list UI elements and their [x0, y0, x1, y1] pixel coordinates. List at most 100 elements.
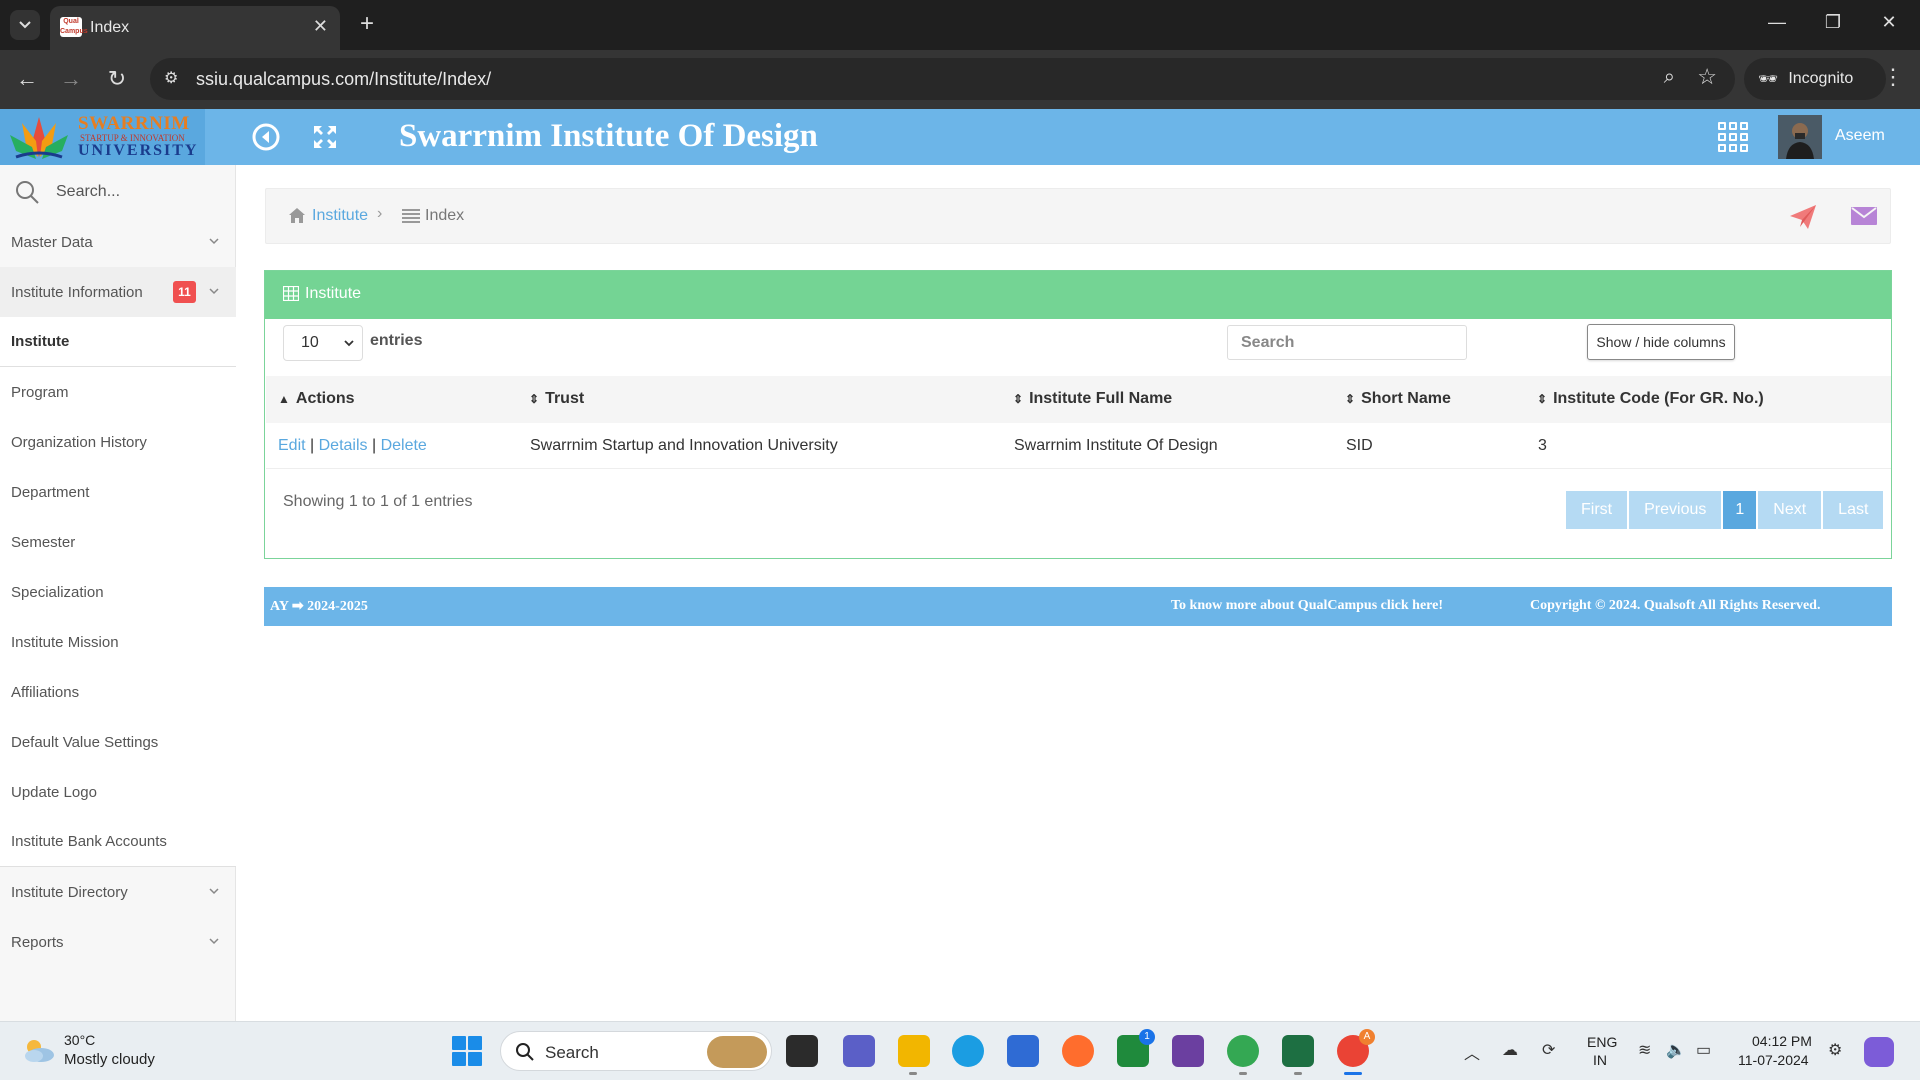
sidebar-search[interactable]: Search... [0, 165, 236, 217]
zoom-icon[interactable]: ⌕ [1664, 66, 1675, 89]
cell-short-name: SID [1346, 437, 1373, 454]
site-info-icon[interactable]: ⚙ [164, 68, 178, 88]
sidebar-item-affiliations[interactable]: Affiliations [0, 667, 236, 717]
store-icon[interactable] [1007, 1035, 1039, 1067]
pagination-last[interactable]: Last [1823, 491, 1884, 529]
forward-arrow-icon[interactable]: → [56, 64, 86, 94]
file-explorer-icon[interactable] [898, 1035, 930, 1067]
teams-icon[interactable] [843, 1035, 875, 1067]
close-tab-icon[interactable]: ✕ [313, 16, 328, 37]
wifi-icon[interactable]: ≋ [1638, 1040, 1651, 1060]
sidebar-item-program[interactable]: Program [0, 367, 236, 417]
back-circle-icon[interactable] [250, 121, 282, 153]
delete-link[interactable]: Delete [381, 437, 427, 454]
sidebar-item-department[interactable]: Department [0, 467, 236, 517]
windows-start-icon[interactable] [452, 1036, 482, 1066]
cell-trust: Swarrnim Startup and Innovation Universi… [530, 437, 838, 454]
column-header-trust[interactable]: ⇕ Trust [529, 390, 584, 408]
sidebar-item-institute-information[interactable]: Institute Information 11 [0, 267, 236, 317]
pagination-first[interactable]: First [1566, 491, 1628, 529]
sync-icon[interactable]: ⟳ [1542, 1040, 1555, 1060]
clock-date[interactable]: 11-07-2024 [1738, 1052, 1809, 1068]
table-search-input[interactable]: Search [1227, 325, 1467, 360]
clock-time[interactable]: 04:12 PM [1752, 1033, 1812, 1049]
volume-icon[interactable]: 🔈 [1666, 1040, 1686, 1060]
app-header: SWARRNIM STARTUP & INNOVATION UNIVERSITY… [0, 109, 1920, 165]
sidebar-item-institute[interactable]: Institute [0, 317, 236, 367]
sidebar-item-organization-history[interactable]: Organization History [0, 417, 236, 467]
pagination-previous[interactable]: Previous [1629, 491, 1722, 529]
page-length-select[interactable]: 10 [283, 325, 363, 361]
cloudy-weather-icon[interactable] [20, 1036, 56, 1064]
sidebar-item-institute-directory[interactable]: Institute Directory [0, 867, 236, 917]
weather-temperature[interactable]: 30°C [64, 1032, 95, 1048]
sidebar-item-specialization[interactable]: Specialization [0, 567, 236, 617]
incognito-indicator[interactable]: 🕶 Incognito [1744, 58, 1886, 100]
sidebar-item-default-value-settings[interactable]: Default Value Settings [0, 717, 236, 767]
chrome-icon[interactable] [1227, 1035, 1259, 1067]
paper-plane-icon[interactable] [1788, 203, 1818, 231]
region-indicator[interactable]: IN [1593, 1052, 1607, 1068]
search-highlight-image-icon [707, 1036, 767, 1068]
column-header-institute-code[interactable]: ⇕ Institute Code (For GR. No.) [1537, 390, 1764, 408]
show-hide-columns-button[interactable]: Show / hide columns [1587, 324, 1735, 360]
sidebar-item-reports[interactable]: Reports [0, 917, 236, 967]
minimize-window-icon[interactable]: — [1762, 12, 1792, 33]
xbox-icon[interactable]: 1 [1117, 1029, 1155, 1067]
back-arrow-icon[interactable]: ← [12, 64, 42, 94]
column-header-full-name[interactable]: ⇕ Institute Full Name [1013, 390, 1172, 408]
sidebar-item-label: Department [11, 483, 90, 501]
sidebar-item-institute-mission[interactable]: Institute Mission [0, 617, 236, 667]
bookmark-star-icon[interactable]: ☆ [1697, 64, 1717, 90]
new-tab-button[interactable]: + [352, 10, 382, 40]
tab-list-button[interactable] [10, 10, 40, 40]
row-actions: Edit | Details | Delete [278, 437, 427, 455]
apps-grid-icon[interactable] [1718, 122, 1748, 152]
show-hidden-icons-chevron-up-icon[interactable]: ︿ [1464, 1040, 1480, 1064]
details-link[interactable]: Details [319, 437, 368, 454]
user-name[interactable]: Aseem [1835, 127, 1885, 145]
restore-window-icon[interactable]: ❐ [1818, 12, 1848, 33]
avatar[interactable] [1778, 115, 1822, 159]
breadcrumb-link-institute[interactable]: Institute [312, 207, 368, 225]
task-view-icon[interactable] [786, 1035, 818, 1067]
chrome-incognito-icon[interactable]: A [1337, 1029, 1375, 1067]
browser-tab-index[interactable]: Qual Campus Index ✕ [50, 6, 340, 50]
sidebar-item-label: Affiliations [11, 683, 80, 701]
notifications-icon[interactable]: ⚙ [1828, 1040, 1842, 1060]
fullscreen-icon[interactable] [309, 121, 341, 153]
edit-link[interactable]: Edit [278, 437, 306, 454]
onedrive-icon[interactable]: ☁ [1502, 1040, 1518, 1060]
sidebar-item-semester[interactable]: Semester [0, 517, 236, 567]
edge-icon[interactable] [952, 1035, 984, 1067]
url-text[interactable]: ssiu.qualcampus.com/Institute/Index/ [196, 69, 491, 90]
taskbar-search[interactable]: Search [500, 1031, 772, 1071]
omnibox[interactable]: ⚙ ssiu.qualcampus.com/Institute/Index/ ⌕… [150, 58, 1735, 100]
qualcampus-link[interactable]: To know more about QualCampus click here… [1171, 598, 1443, 614]
copilot-icon[interactable] [1864, 1037, 1894, 1067]
quick-assist-icon[interactable] [1172, 1035, 1204, 1067]
logo-university: UNIVERSITY [78, 142, 199, 159]
column-header-short-name[interactable]: ⇕ Short Name [1345, 390, 1451, 408]
language-indicator[interactable]: ENG [1587, 1034, 1617, 1050]
sidebar-item-label: Institute Directory [11, 883, 128, 901]
sidebar-item-institute-bank-accounts[interactable]: Institute Bank Accounts [0, 817, 236, 867]
browser-address-bar: ← → ↻ ⚙ ssiu.qualcampus.com/Institute/In… [0, 50, 1920, 109]
weather-description[interactable]: Mostly cloudy [64, 1051, 155, 1068]
browser-menu-icon[interactable]: ⋮ [1882, 64, 1904, 90]
excel-icon[interactable] [1282, 1035, 1314, 1067]
firefox-icon[interactable] [1062, 1035, 1094, 1067]
pagination-next[interactable]: Next [1758, 491, 1822, 529]
sidebar-search-input[interactable]: Search... [56, 183, 120, 201]
pagination-page-1[interactable]: 1 [1723, 491, 1757, 529]
close-window-icon[interactable]: ✕ [1874, 12, 1904, 33]
battery-icon[interactable]: ▭ [1696, 1040, 1711, 1060]
university-logo[interactable]: SWARRNIM STARTUP & INNOVATION UNIVERSITY [0, 109, 205, 165]
sidebar-item-update-logo[interactable]: Update Logo [0, 767, 236, 817]
page-footer: AY ➡ 2024-2025 To know more about QualCa… [264, 587, 1892, 626]
envelope-icon[interactable] [1851, 206, 1877, 226]
chevron-down-icon [209, 288, 219, 295]
sidebar-item-master-data[interactable]: Master Data [0, 217, 236, 267]
column-header-actions[interactable]: ▲ Actions [278, 390, 355, 408]
reload-icon[interactable]: ↻ [102, 64, 132, 94]
